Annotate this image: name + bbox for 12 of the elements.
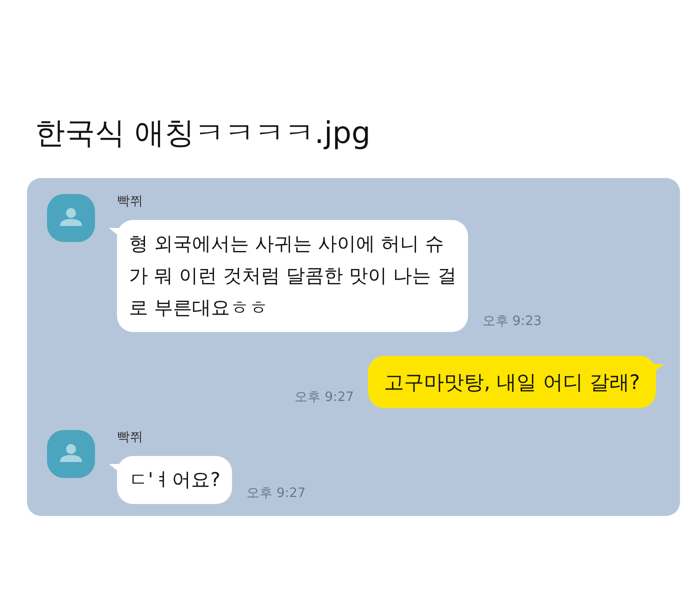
sender-name: 빡쮜 xyxy=(117,193,144,210)
bubble-tail xyxy=(654,364,664,372)
message-bubble: 고구마맛탕, 내일 어디 갈래? xyxy=(368,356,656,408)
message-time: 오후 9:23 xyxy=(482,313,542,331)
message-bubble: ㄷ'ㅕ어요? xyxy=(117,456,232,504)
message-time: 오후 9:27 xyxy=(246,485,306,503)
message-bubble: 형 외국에서는 사귀는 사이에 허니 슈 가 뭐 이런 것처럼 달콤한 맛이 나는 걸 로 부른대요ㅎㅎ xyxy=(117,220,468,332)
avatar-icon xyxy=(47,430,95,478)
message-time: 오후 9:27 xyxy=(294,389,354,407)
post-title: 한국식 애칭ㅋㅋㅋㅋ.jpg xyxy=(35,115,372,153)
avatar-icon xyxy=(47,194,95,242)
sender-name: 빡쮜 xyxy=(117,429,144,446)
